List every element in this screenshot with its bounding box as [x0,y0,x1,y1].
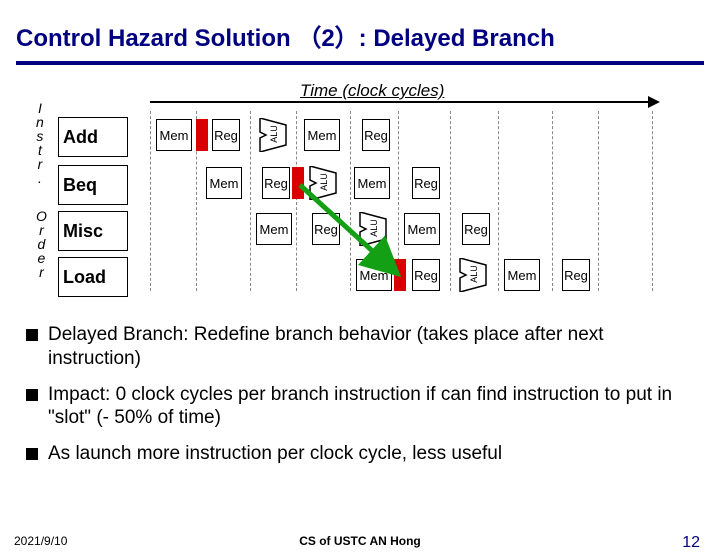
time-arrow-head [648,96,660,108]
cycle-divider [652,111,653,291]
forwarding-arrow [296,181,406,281]
pipeline-diagram: Time (clock cycles) I n s t r . O r d e … [0,81,720,311]
stage-mem: Mem [256,213,292,245]
time-axis-label: Time (clock cycles) [300,81,444,101]
stage-mem: Mem [404,213,440,245]
instr-add: Add [58,117,128,157]
stage-reg: Reg [262,167,290,199]
stage-reg: Reg [412,167,440,199]
stage-mem: Mem [304,119,340,151]
highlight-mem-end [196,119,208,151]
stage-mem: Mem [206,167,242,199]
bullet-item: Impact: 0 clock cycles per branch instru… [26,383,700,431]
stage-reg: Reg [562,259,590,291]
footer-center: CS of USTC AN Hong [0,534,720,548]
title-underline [16,61,704,65]
slide-title: Control Hazard Solution （2）: Delayed Bra… [0,0,720,61]
bullet-item: As launch more instruction per clock cyc… [26,442,700,466]
cycle-divider [150,111,151,291]
stage-mem: Mem [504,259,540,291]
stage-reg: Reg [212,119,240,151]
bullet-item: Delayed Branch: Redefine branch behavior… [26,323,700,371]
stage-mem: Mem [156,119,192,151]
stage-reg: Reg [462,213,490,245]
instr-load: Load [58,257,128,297]
stage-alu: ALU [258,118,288,152]
vertical-label-order: O r d e r [36,209,47,279]
instr-beq: Beq [58,165,128,205]
cycle-divider [598,111,599,291]
instr-misc: Misc [58,211,128,251]
cycle-divider [450,111,451,291]
cycle-divider [250,111,251,291]
vertical-label-instr: I n s t r . [36,101,44,185]
stage-reg: Reg [412,259,440,291]
bullet-list: Delayed Branch: Redefine branch behavior… [26,323,700,466]
footer-page-number: 12 [682,534,700,552]
cycle-divider [552,111,553,291]
stage-reg: Reg [362,119,390,151]
cycle-divider [498,111,499,291]
time-arrow-line [150,101,650,103]
stage-alu: ALU [458,258,488,292]
